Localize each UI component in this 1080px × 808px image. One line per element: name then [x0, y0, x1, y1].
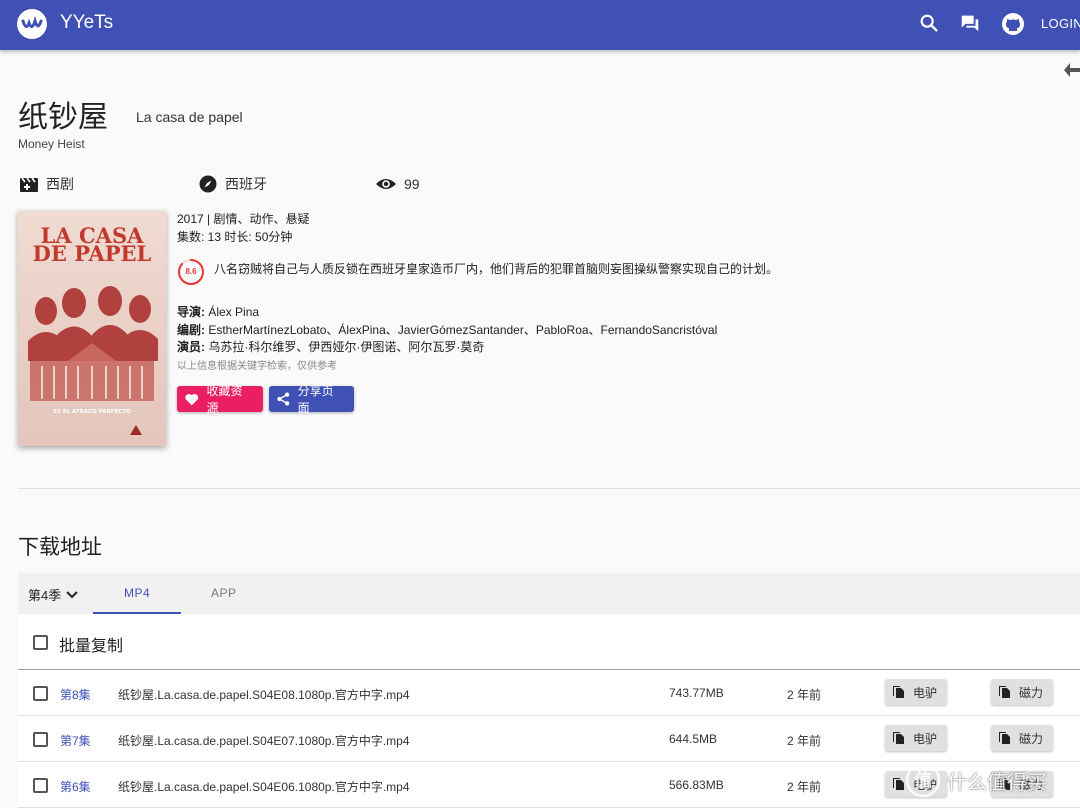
table-row: 第7集 纸钞屋.La.casa.de.papel.S04E07.1080p.官方…: [18, 716, 1080, 762]
row-checkbox[interactable]: [33, 686, 48, 701]
app-logo-icon[interactable]: [17, 9, 47, 39]
info-note: 以上信息根据关键字检索，仅供参考: [177, 361, 337, 372]
ed2k-button[interactable]: 电驴: [885, 679, 947, 705]
file-size: 743.77MB: [669, 686, 724, 700]
episodes-duration: 集数: 13 时长: 50分钟: [177, 230, 293, 244]
file-date: 2 年前: [787, 688, 822, 702]
file-size: 566.83MB: [669, 778, 724, 792]
file-date: 2 年前: [787, 780, 822, 794]
eye-icon: [376, 179, 396, 189]
year-genres: 2017 | 剧情、动作、悬疑: [177, 212, 310, 226]
cast-line: 演员: 乌苏拉·科尔维罗、伊西娅尔·伊图诺、阿尔瓦罗·莫奇: [177, 338, 484, 355]
compass-icon: [199, 175, 217, 193]
season-select[interactable]: 第4季: [28, 585, 79, 604]
copy-icon: [893, 732, 904, 744]
section-divider: [18, 488, 1080, 489]
row-checkbox[interactable]: [33, 732, 48, 747]
season-label: 第4季: [28, 588, 62, 603]
top-app-bar: YYeTs LOGIN: [0, 0, 1080, 50]
cast-label: 演员:: [177, 340, 205, 354]
file-name: 纸钞屋.La.casa.de.papel.S04E08.1080p.官方中字.m…: [118, 688, 410, 702]
magnet-button[interactable]: 磁力: [991, 725, 1053, 751]
director-value: Álex Pina: [208, 305, 260, 319]
ed2k-label: 电驴: [913, 685, 938, 700]
magnet-label: 磁力: [1019, 731, 1044, 746]
favorite-label: 收藏资源: [206, 384, 243, 415]
row-checkbox[interactable]: [33, 778, 48, 793]
batch-copy-label: 批量复制: [59, 638, 124, 655]
views-meta: 99: [376, 174, 420, 194]
watermark: 值 什么值得买: [905, 762, 1047, 798]
cast-value: 乌苏拉·科尔维罗、伊西娅尔·伊图诺、阿尔瓦罗·莫奇: [208, 340, 485, 354]
login-button[interactable]: LOGIN: [1041, 16, 1080, 31]
share-button[interactable]: 分享页面: [269, 384, 354, 415]
app-title[interactable]: YYeTs: [60, 12, 113, 34]
heart-icon: [185, 393, 199, 405]
file-name: 纸钞屋.La.casa.de.papel.S04E07.1080p.官方中字.m…: [118, 734, 410, 748]
description: 八名窃贼将自己与人质反锁在西班牙皇家造币厂内，他们背后的犯罪首脑则妄图操纵警察实…: [214, 262, 779, 276]
copy-icon: [999, 686, 1010, 698]
file-size: 644.5MB: [669, 732, 718, 746]
category-meta: 西剧: [20, 174, 74, 194]
favorite-button[interactable]: 收藏资源: [177, 384, 263, 415]
page-title: 纸钞屋: [18, 101, 108, 134]
rating-ring: 8.6: [177, 258, 205, 286]
episode-link[interactable]: 第7集: [60, 732, 91, 749]
views-count: 99: [404, 176, 420, 192]
director-line: 导演: Álex Pina: [177, 303, 259, 320]
poster-title-line2: DE PAPEL: [33, 241, 152, 266]
batch-copy-checkbox[interactable]: [33, 635, 48, 650]
search-icon[interactable]: [918, 12, 944, 38]
back-arrow-icon[interactable]: [1062, 61, 1080, 79]
tab-mp4[interactable]: MP4: [124, 586, 150, 600]
watermark-text: 什么值得买: [947, 769, 1047, 794]
writers-line: 编剧: EstherMartínezLobato、ÁlexPina、Javier…: [177, 321, 717, 338]
movie-clapper-icon: [20, 177, 38, 192]
poster-tagline: ES EL ATRACO PERFECTO: [53, 409, 131, 415]
ed2k-label: 电驴: [913, 731, 938, 746]
region-text: 西班牙: [225, 176, 267, 192]
forum-icon[interactable]: [959, 12, 985, 38]
magnet-label: 磁力: [1019, 685, 1044, 700]
share-label: 分享页面: [297, 384, 334, 415]
writers-value: EstherMartínezLobato、ÁlexPina、JavierGóme…: [208, 323, 718, 337]
download-tabbar: 第4季 MP4 APP: [18, 573, 1080, 614]
poster-image: LA CASA DE PAPEL ES EL ATRACO PERFECTO: [18, 211, 166, 446]
smzdm-logo-icon: 值: [905, 762, 941, 798]
copy-icon: [893, 686, 904, 698]
file-name: 纸钞屋.La.casa.de.papel.S04E06.1080p.官方中字.m…: [118, 780, 410, 794]
rating-value: 8.6: [185, 267, 197, 276]
category-text: 西剧: [46, 176, 74, 192]
episode-link[interactable]: 第6集: [60, 778, 91, 795]
svg-text:值: 值: [915, 770, 932, 791]
magnet-button[interactable]: 磁力: [991, 679, 1053, 705]
region-meta: 西班牙: [199, 174, 267, 194]
share-icon: [277, 392, 290, 406]
english-title: Money Heist: [18, 137, 85, 151]
table-row: 第8集 纸钞屋.La.casa.de.papel.S04E08.1080p.官方…: [18, 670, 1080, 716]
episode-link[interactable]: 第8集: [60, 686, 91, 703]
director-label: 导演:: [177, 305, 205, 319]
writers-label: 编剧:: [177, 323, 205, 337]
github-icon[interactable]: [1001, 12, 1027, 38]
copy-icon: [893, 778, 904, 790]
chevron-down-icon: [66, 590, 78, 598]
ed2k-button[interactable]: 电驴: [885, 725, 947, 751]
file-date: 2 年前: [787, 734, 822, 748]
copy-icon: [999, 732, 1010, 744]
tab-app[interactable]: APP: [211, 586, 237, 600]
original-title: La casa de papel: [136, 109, 243, 125]
downloads-heading: 下载地址: [18, 536, 102, 559]
